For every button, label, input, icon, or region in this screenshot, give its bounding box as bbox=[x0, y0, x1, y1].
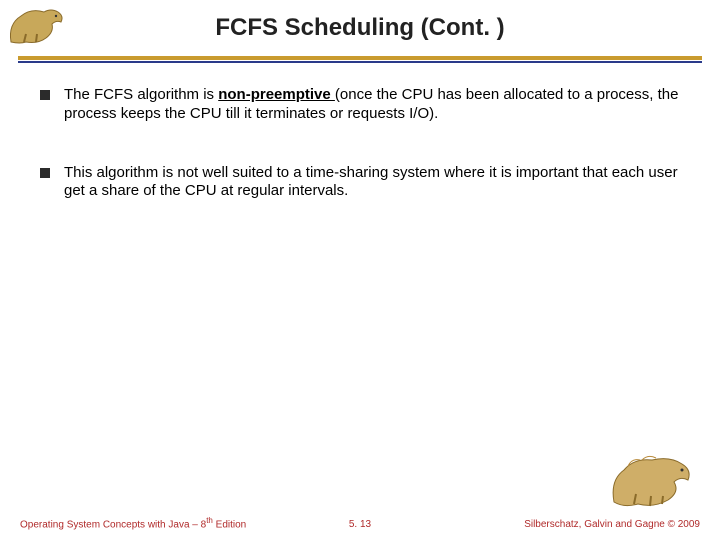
square-bullet-icon bbox=[40, 90, 50, 100]
bullet-prefix: The FCFS algorithm is bbox=[64, 86, 218, 103]
footer-right: Silberschatz, Galvin and Gagne © 2009 bbox=[524, 519, 700, 530]
bullet-text: The FCFS algorithm is non-preemptive (on… bbox=[64, 86, 680, 124]
bullet-text: This algorithm is not well suited to a t… bbox=[64, 164, 680, 202]
square-bullet-icon bbox=[40, 168, 50, 178]
page-title: FCFS Scheduling (Cont. ) bbox=[0, 14, 720, 42]
bullet-item: The FCFS algorithm is non-preemptive (on… bbox=[40, 86, 680, 124]
bullet-item: This algorithm is not well suited to a t… bbox=[40, 164, 680, 202]
bullet-prefix: This algorithm is not well suited to a t… bbox=[64, 164, 678, 200]
content-area: The FCFS algorithm is non-preemptive (on… bbox=[40, 86, 680, 241]
title-rule bbox=[18, 56, 702, 63]
slide: FCFS Scheduling (Cont. ) The FCFS algori… bbox=[0, 0, 720, 540]
bullet-emphasis: non-preemptive bbox=[218, 86, 335, 103]
dinosaur-icon bbox=[610, 450, 700, 510]
